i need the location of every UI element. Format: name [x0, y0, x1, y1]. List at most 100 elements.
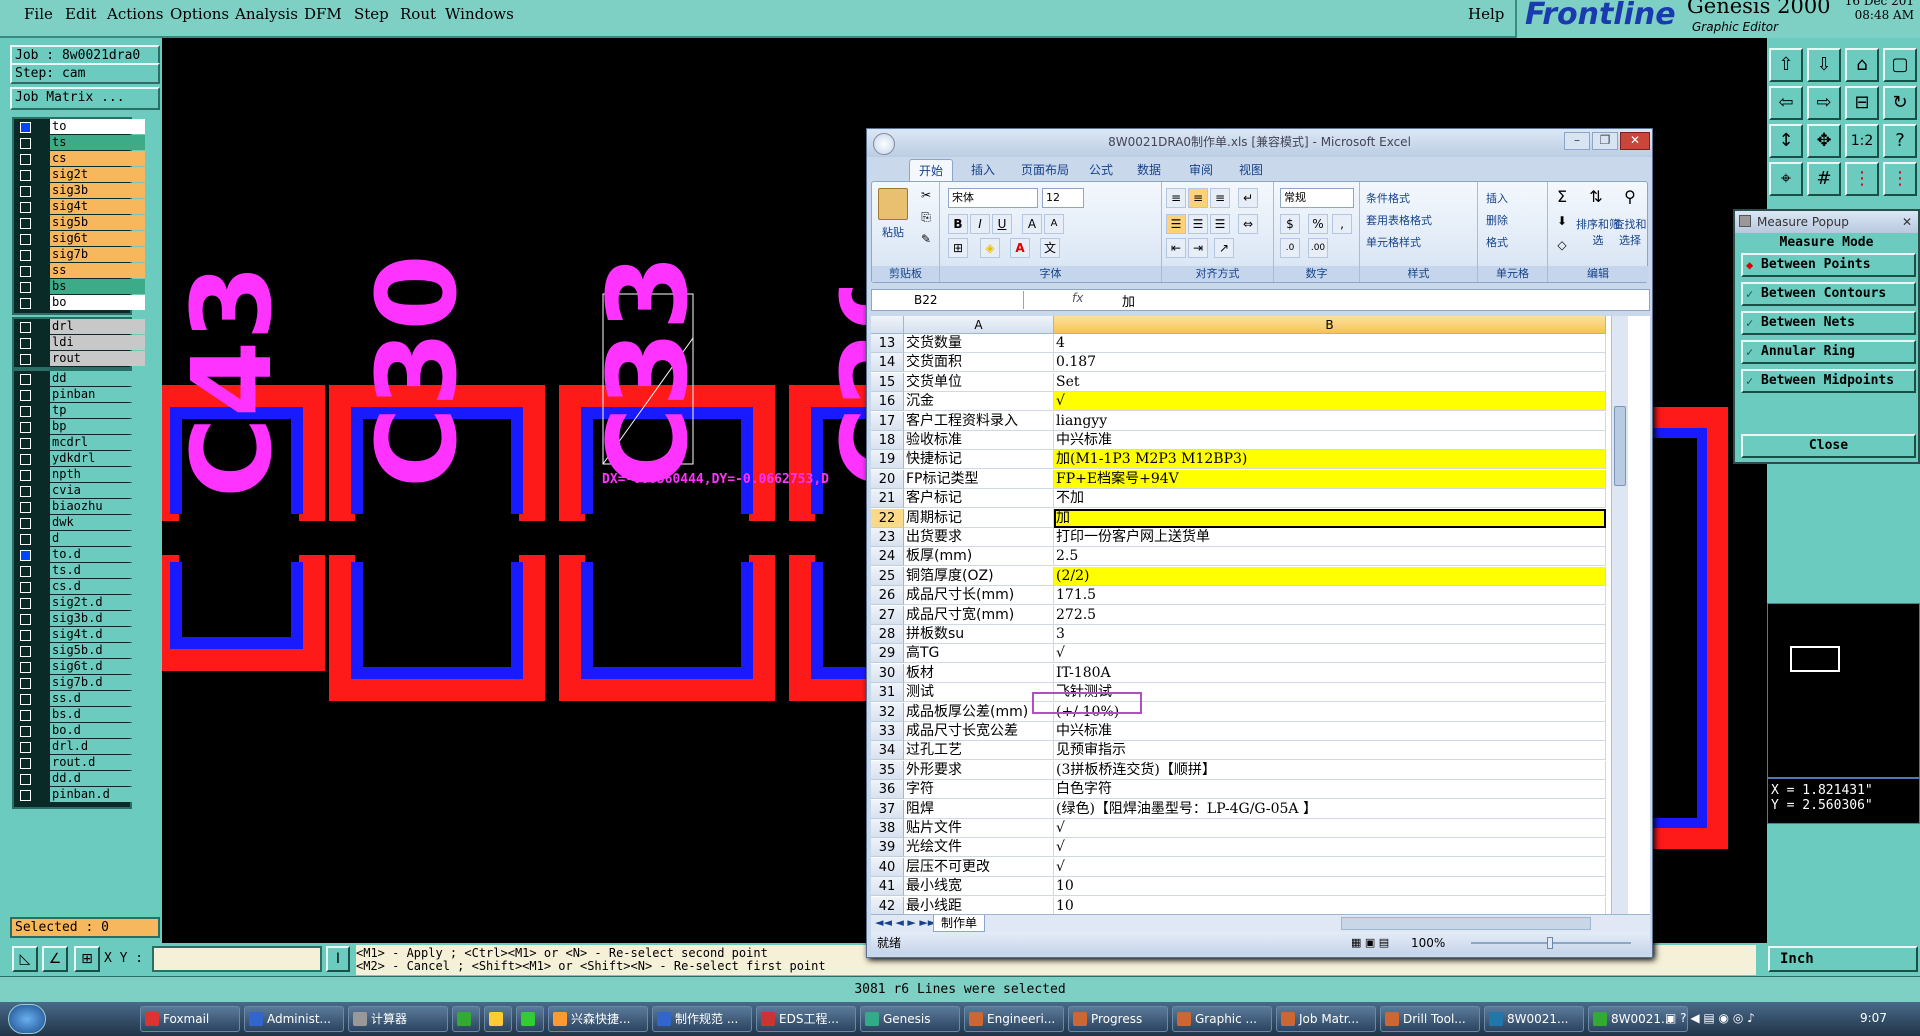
cell-b[interactable]: 3	[1054, 625, 1606, 644]
cell-a[interactable]: 沉金	[904, 392, 1054, 412]
underline-icon[interactable]: U	[992, 214, 1012, 234]
cell-b[interactable]: 272.5	[1054, 605, 1606, 625]
function-icon[interactable]: fx	[1072, 291, 1083, 305]
cell-a[interactable]: 过孔工艺	[904, 741, 1054, 761]
font-name-box[interactable]: 宋体	[948, 188, 1038, 208]
layer-name[interactable]: npth	[50, 467, 145, 482]
layer-row[interactable]: ts.d	[14, 563, 145, 579]
row-number[interactable]: 30	[871, 663, 904, 683]
font-size-box[interactable]: 12	[1042, 188, 1084, 208]
layer-checkbox[interactable]	[20, 122, 31, 133]
font-color-icon[interactable]: A	[1010, 238, 1030, 258]
grid-snap-icon[interactable]: ⊞	[74, 946, 100, 972]
format-painter-icon[interactable]: ✎	[916, 230, 936, 250]
taskbar-item[interactable]: Graphic ...	[1172, 1006, 1272, 1032]
layer-row[interactable]: rout	[14, 351, 145, 367]
taskbar-item[interactable]: EDS工程...	[756, 1006, 856, 1032]
phonetic-icon[interactable]: 文	[1040, 238, 1060, 258]
grow-font-icon[interactable]: A	[1022, 214, 1042, 234]
menu-analysis[interactable]: Analysis	[235, 5, 298, 23]
cell-a[interactable]: 铜箔厚度(OZ)	[904, 566, 1054, 586]
merge-icon[interactable]: ⇔	[1238, 214, 1258, 234]
cell-b[interactable]: 中兴标准	[1054, 722, 1606, 741]
angle-icon[interactable]: ∠	[42, 946, 68, 972]
align-top-icon[interactable]: ≡	[1166, 188, 1186, 208]
layer-row[interactable]: bo	[14, 295, 145, 311]
menu-file[interactable]: File	[24, 5, 53, 23]
layer-checkbox[interactable]	[20, 454, 31, 465]
sheet-tab-zhizuodan[interactable]: 制作单	[933, 915, 985, 932]
cell-a[interactable]: 客户工程资料录入	[904, 411, 1054, 431]
layer-name[interactable]: sig2t	[50, 167, 145, 182]
layer-name[interactable]: drl	[50, 319, 145, 334]
cell-a[interactable]: 客户标记	[904, 489, 1054, 509]
align-center-icon[interactable]: ☰	[1188, 214, 1208, 234]
cut-icon[interactable]: ✂	[916, 186, 936, 206]
cell-b[interactable]: 0.187	[1054, 353, 1606, 373]
layer-checkbox[interactable]	[20, 486, 31, 497]
layer-name[interactable]: sig6t	[50, 231, 145, 246]
pan-down-icon[interactable]: ⇩	[1807, 48, 1841, 82]
cell-a[interactable]: 光绘文件	[904, 838, 1054, 858]
layer-name[interactable]: sig4t	[50, 199, 145, 214]
cell-b[interactable]: 白色字符	[1054, 780, 1606, 800]
cell-b[interactable]: 不加	[1054, 489, 1606, 509]
layer-name[interactable]: bp	[50, 419, 145, 434]
tab-home[interactable]: 开始	[909, 159, 953, 181]
column-header-a[interactable]: A	[904, 316, 1054, 334]
layer-checkbox[interactable]	[20, 694, 31, 705]
taskbar-item[interactable]: Foxmail	[140, 1006, 240, 1032]
row-number[interactable]: 41	[871, 877, 904, 897]
cell-a[interactable]: 交货单位	[904, 372, 1054, 392]
zoom-slider-handle[interactable]	[1547, 937, 1553, 949]
layer-checkbox[interactable]	[20, 566, 31, 577]
menu-rout[interactable]: Rout	[400, 5, 436, 23]
row-number[interactable]: 17	[871, 411, 904, 431]
snap-icon[interactable]: ⌖	[1769, 162, 1803, 196]
layer-checkbox[interactable]	[20, 710, 31, 721]
layer-checkbox[interactable]	[20, 218, 31, 229]
menu-step[interactable]: Step	[354, 5, 389, 23]
layer-name[interactable]: sig3b.d	[50, 611, 145, 626]
layer-name[interactable]: ydkdrl	[50, 451, 145, 466]
italic-icon[interactable]: I	[970, 214, 990, 234]
layer-row[interactable]: sig7b.d	[14, 675, 145, 691]
home-icon[interactable]: ⌂	[1845, 48, 1879, 82]
cell-b[interactable]: 打印一份客户网上送货单	[1054, 528, 1606, 547]
redraw-icon[interactable]: ↻	[1883, 86, 1917, 120]
vertical-scrollbar[interactable]	[1611, 316, 1628, 914]
layer-name[interactable]: sig3b	[50, 183, 145, 198]
xy-input[interactable]	[152, 946, 322, 972]
layer-row[interactable]: ydkdrl	[14, 451, 145, 467]
layer-row[interactable]: sig2t	[14, 167, 145, 183]
cell-a[interactable]: 拼板数su	[904, 625, 1054, 644]
cell-a[interactable]: 交货面积	[904, 353, 1054, 373]
corner-header[interactable]	[871, 316, 904, 334]
layer-name[interactable]: bs	[50, 279, 145, 294]
layer-row[interactable]: sig4t.d	[14, 627, 145, 643]
layer-checkbox[interactable]	[20, 630, 31, 641]
layer-checkbox[interactable]	[20, 138, 31, 149]
cell-a[interactable]: FP标记类型	[904, 469, 1054, 489]
close-button[interactable]: Close	[1741, 434, 1916, 458]
layer-row[interactable]: bs	[14, 279, 145, 295]
number-format-box[interactable]: 常规	[1280, 188, 1354, 208]
layer-name[interactable]: pinban.d	[50, 787, 145, 802]
layer-checkbox[interactable]	[20, 742, 31, 753]
layer-row[interactable]: mcdrl	[14, 435, 145, 451]
layer-row[interactable]: pinban	[14, 387, 145, 403]
layer-checkbox[interactable]	[20, 406, 31, 417]
cell-a[interactable]: 贴片文件	[904, 819, 1054, 838]
row-number[interactable]: 32	[871, 702, 904, 722]
layer-row[interactable]: bs.d	[14, 707, 145, 723]
layer-name[interactable]: to	[50, 119, 145, 134]
delete-cells-button[interactable]: 删除	[1486, 212, 1508, 228]
draw-icon[interactable]: ◺	[12, 946, 38, 972]
tab-page-layout[interactable]: 页面布局	[1013, 159, 1077, 181]
layer-checkbox[interactable]	[20, 518, 31, 529]
currency-icon[interactable]: $	[1280, 214, 1300, 234]
layer-checkbox[interactable]	[20, 614, 31, 625]
name-box[interactable]: B22	[874, 291, 1024, 309]
cell-a[interactable]: 阻焊	[904, 799, 1054, 819]
cell-a[interactable]: 验收标准	[904, 431, 1054, 450]
